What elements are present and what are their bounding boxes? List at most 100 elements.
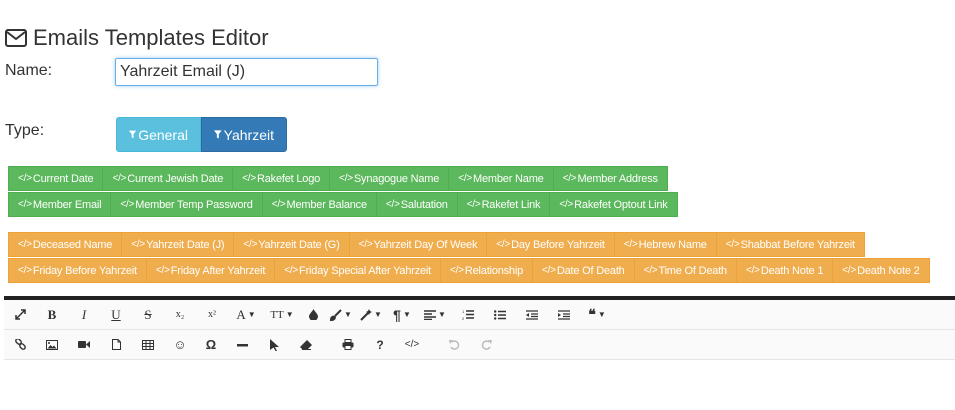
- font-size-dropdown[interactable]: TT ▼: [264, 300, 300, 329]
- eraser-icon: [300, 339, 312, 350]
- insert-tag-button[interactable]: </> Yahrzeit Date (G): [233, 232, 350, 257]
- insert-tag-button[interactable]: </> Time Of Death: [633, 258, 737, 283]
- insert-tag-button[interactable]: </> Deceased Name: [8, 232, 123, 257]
- tag-label: Deceased Name: [32, 238, 113, 251]
- tag-label: Day Before Yahrzeit: [511, 238, 605, 251]
- code-icon: </>: [131, 239, 146, 250]
- code-icon: </>: [18, 199, 32, 210]
- insert-tag-button[interactable]: </> Member Name: [448, 166, 554, 191]
- undo-icon: [448, 340, 459, 350]
- select-button[interactable]: [258, 330, 290, 359]
- code-icon: </>: [112, 173, 127, 184]
- tag-label: Death Note 1: [760, 264, 824, 277]
- type-general-label: General: [138, 126, 188, 143]
- omega-icon: Ω: [205, 337, 217, 352]
- ordered-list-button[interactable]: 12: [452, 300, 484, 329]
- underline-button[interactable]: U: [100, 300, 132, 329]
- clear-format-button[interactable]: [290, 330, 322, 359]
- font-size-icon: TT: [270, 308, 284, 321]
- magic-style-dropdown[interactable]: ▼: [356, 300, 386, 329]
- insert-tag-button[interactable]: </> Yahrzeit Day Of Week: [348, 232, 488, 257]
- unordered-list-icon: [494, 309, 506, 320]
- insert-link-button[interactable]: [4, 330, 36, 359]
- insert-table-button[interactable]: [132, 330, 164, 359]
- paragraph-dropdown[interactable]: ¶ ▼: [386, 300, 418, 329]
- file-icon: [111, 339, 121, 350]
- strikethrough-button[interactable]: S: [132, 300, 164, 329]
- blockquote-dropdown[interactable]: ❝ ▼: [580, 300, 614, 329]
- name-input[interactable]: [115, 58, 378, 86]
- insert-file-button[interactable]: [100, 330, 132, 359]
- insert-tag-button[interactable]: </> Shabbat Before Yahrzeit: [715, 232, 865, 257]
- smiley-icon: ☺: [173, 337, 187, 352]
- outdent-button[interactable]: [516, 300, 548, 329]
- unordered-list-button[interactable]: [484, 300, 516, 329]
- svg-text:1: 1: [462, 309, 465, 314]
- insert-tag-button[interactable]: </> Rakefet Logo: [232, 166, 331, 191]
- insert-tag-button[interactable]: </> Member Balance: [261, 192, 377, 217]
- print-button[interactable]: [332, 330, 364, 359]
- tag-label: Rakefet Link: [481, 198, 541, 211]
- tag-label: Time Of Death: [658, 264, 727, 277]
- redo-button[interactable]: [470, 330, 502, 359]
- superscript-button[interactable]: x²: [196, 300, 228, 329]
- insert-tag-button[interactable]: </> Salutation: [375, 192, 458, 217]
- caret-down-icon: ▼: [597, 310, 606, 319]
- insert-tag-button[interactable]: </> Friday Before Yahrzeit: [8, 258, 147, 283]
- insert-tag-button[interactable]: </> Friday Special After Yahrzeit: [274, 258, 442, 283]
- insert-tag-button[interactable]: </> Synagogue Name: [329, 166, 450, 191]
- help-button[interactable]: ?: [364, 330, 396, 359]
- code-icon: </>: [559, 199, 574, 210]
- font-name-dropdown[interactable]: A ▼: [228, 300, 264, 329]
- indent-button[interactable]: [548, 300, 580, 329]
- subscript-button[interactable]: x₂: [164, 300, 196, 329]
- insert-image-button[interactable]: [36, 330, 68, 359]
- code-icon: </>: [18, 173, 32, 184]
- code-icon: </>: [339, 173, 353, 184]
- insert-tag-button[interactable]: </> Rakefet Optout Link: [549, 192, 678, 217]
- insert-tag-button[interactable]: </> Current Jewish Date: [102, 166, 234, 191]
- insert-tag-button[interactable]: </> Day Before Yahrzeit: [486, 232, 615, 257]
- insert-tag-button[interactable]: </> Member Email: [8, 192, 112, 217]
- emoji-button[interactable]: ☺: [164, 330, 196, 359]
- highlight-dropdown[interactable]: ▼: [326, 300, 356, 329]
- insert-tag-button[interactable]: </> Rakefet Link: [456, 192, 551, 217]
- align-dropdown[interactable]: ▼: [418, 300, 452, 329]
- code-icon: </>: [243, 239, 258, 250]
- caret-down-icon: ▼: [247, 310, 256, 319]
- insert-tag-button[interactable]: </> Date Of Death: [532, 258, 635, 283]
- insert-tag-button[interactable]: </> Member Address: [552, 166, 668, 191]
- caret-down-icon: ▼: [344, 310, 352, 319]
- text-color-button[interactable]: [300, 300, 326, 329]
- type-label: Type:: [5, 122, 45, 139]
- horizontal-rule-button[interactable]: [226, 330, 258, 359]
- caret-down-icon: ▼: [285, 310, 294, 319]
- tag-label: Shabbat Before Yahrzeit: [740, 238, 855, 251]
- insert-tag-button[interactable]: </> Friday After Yahrzeit: [145, 258, 276, 283]
- insert-tag-button[interactable]: </> Current Date: [8, 166, 104, 191]
- tag-label: Date Of Death: [556, 264, 625, 277]
- horizontal-rule-icon: [236, 343, 248, 346]
- code-view-button[interactable]: </>: [396, 330, 428, 359]
- insert-tag-button[interactable]: </> Death Note 2: [832, 258, 930, 283]
- insert-video-button[interactable]: [68, 330, 100, 359]
- fullscreen-button[interactable]: [4, 300, 36, 329]
- insert-tag-button[interactable]: </> Death Note 1: [735, 258, 834, 283]
- tag-label: Synagogue Name: [353, 172, 440, 185]
- type-general-button[interactable]: General: [116, 117, 201, 152]
- tag-label: Rakefet Optout Link: [574, 198, 668, 211]
- rich-text-editor: B I U S x₂ x² A ▼ TT ▼ ▼ ▼ ¶ ▼ ▼ 12 ❝ ▼ …: [4, 296, 955, 410]
- insert-tag-button[interactable]: </> Hebrew Name: [613, 232, 717, 257]
- italic-button[interactable]: I: [68, 300, 100, 329]
- undo-button[interactable]: [438, 330, 470, 359]
- insert-tag-button[interactable]: </> Member Temp Password: [110, 192, 263, 217]
- yahrzeit-tags-row-1: </> Deceased Name </> Yahrzeit Date (J) </> Y…: [8, 232, 865, 257]
- type-yahrzeit-button[interactable]: Yahrzeit: [201, 117, 287, 152]
- insert-tag-button[interactable]: </> Relationship: [440, 258, 534, 283]
- insert-tag-button[interactable]: </> Yahrzeit Date (J): [121, 232, 235, 257]
- align-left-icon: [424, 309, 437, 320]
- special-char-button[interactable]: Ω: [196, 330, 226, 359]
- tag-label: Member Address: [577, 172, 658, 185]
- bold-button[interactable]: B: [36, 300, 68, 329]
- type-yahrzeit-label: Yahrzeit: [223, 126, 274, 143]
